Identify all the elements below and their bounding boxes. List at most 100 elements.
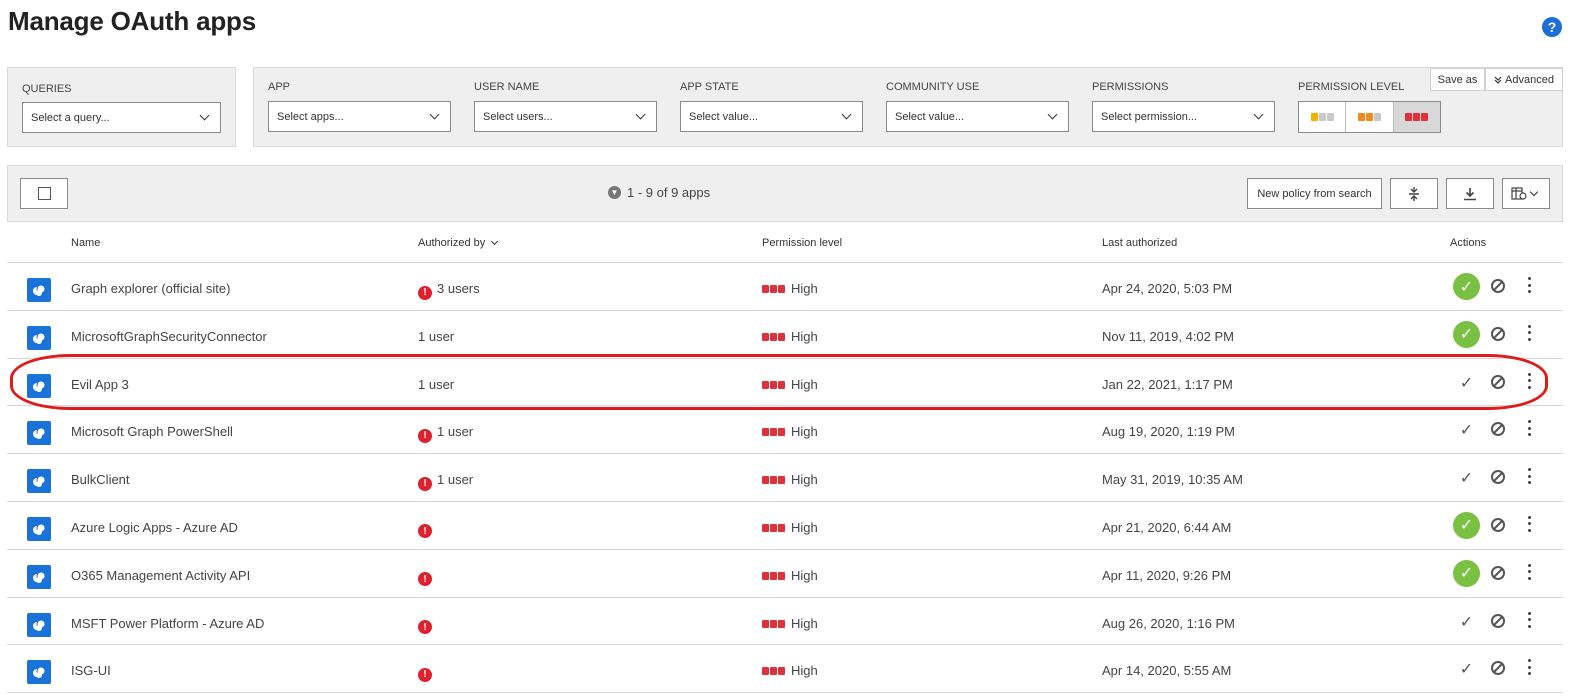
level-square (778, 523, 785, 532)
ban-icon[interactable] (1491, 374, 1505, 389)
export-button[interactable] (1446, 178, 1494, 209)
chevron-down-icon (841, 109, 852, 120)
approve-check-icon[interactable]: ✓ (1453, 371, 1480, 395)
app-icon (27, 612, 51, 637)
ban-icon[interactable] (1491, 470, 1505, 485)
app-icon (27, 278, 51, 302)
permission-level-low-button[interactable] (1299, 102, 1347, 132)
more-options-icon[interactable] (1525, 275, 1533, 295)
level-square (778, 667, 785, 676)
queries-label: QUERIES (22, 83, 72, 95)
approved-check-icon[interactable]: ✓ (1453, 511, 1480, 539)
ban-icon[interactable] (1491, 613, 1505, 628)
more-options-icon[interactable] (1525, 323, 1533, 343)
approve-check-icon[interactable]: ✓ (1453, 610, 1480, 634)
permission-level-medium-button[interactable] (1346, 102, 1394, 132)
table-row[interactable]: Graph explorer (official site) ! 3 users … (7, 263, 1563, 311)
app-name[interactable]: Azure Logic Apps - Azure AD (71, 520, 238, 535)
authorized-by-cell: ! 3 users (418, 281, 480, 300)
approve-check-icon[interactable]: ✓ (1453, 657, 1480, 681)
table-row[interactable]: Azure Logic Apps - Azure AD ! High Apr 2… (7, 502, 1563, 550)
ban-icon[interactable] (1491, 661, 1505, 676)
permissions-select[interactable]: Select permission... (1092, 101, 1275, 132)
app-name[interactable]: MSFT Power Platform - Azure AD (71, 616, 264, 631)
app-name[interactable]: ISG-UI (71, 663, 111, 678)
table-row[interactable]: BulkClient ! 1 user High May 31, 2019, 10… (7, 454, 1563, 502)
authorized-by-value[interactable]: 1 user (437, 472, 473, 487)
more-options-icon[interactable] (1525, 466, 1533, 486)
table-row[interactable]: Microsoft Graph PowerShell ! 1 user High … (7, 406, 1563, 455)
approve-check-icon[interactable]: ✓ (1453, 418, 1480, 442)
more-options-icon[interactable] (1525, 371, 1533, 391)
table-row[interactable]: MicrosoftGraphSecurityConnector 1 user H… (7, 311, 1563, 359)
permission-level-value: High (791, 328, 818, 344)
app-name[interactable]: Evil App 3 (71, 377, 129, 392)
authorized-by-cell: 1 user (418, 329, 454, 344)
permissions-select-value: Select permission... (1101, 110, 1197, 123)
more-options-icon[interactable] (1525, 610, 1533, 630)
column-header-name[interactable]: Name (71, 237, 100, 249)
new-policy-from-search-button[interactable]: New policy from search (1247, 178, 1382, 209)
help-icon[interactable]: ? (1542, 17, 1562, 37)
authorized-by-value[interactable]: 1 user (437, 424, 473, 439)
permission-level-cell: High (762, 568, 818, 583)
more-options-icon[interactable] (1525, 657, 1533, 677)
permission-level-value: High (791, 663, 818, 679)
approved-check-icon[interactable]: ✓ (1453, 273, 1480, 300)
app-name[interactable]: O365 Management Activity API (71, 568, 250, 583)
ban-icon[interactable] (1491, 565, 1505, 580)
warning-icon: ! (418, 428, 432, 443)
app-name[interactable]: Microsoft Graph PowerShell (71, 424, 233, 439)
permission-level-high-icon (762, 428, 785, 437)
permission-level-value: High (791, 281, 818, 296)
app-name[interactable]: BulkClient (71, 472, 130, 487)
app-name[interactable]: MicrosoftGraphSecurityConnector (71, 329, 267, 344)
level-square (762, 667, 769, 676)
more-options-icon[interactable] (1525, 418, 1533, 438)
warning-icon: ! (418, 667, 432, 682)
advanced-button[interactable]: Advanced (1485, 68, 1563, 91)
column-settings-button[interactable] (1502, 178, 1550, 209)
more-options-icon[interactable] (1525, 514, 1533, 534)
level-square (1421, 113, 1429, 121)
level-square (1405, 113, 1413, 121)
authorized-by-value[interactable]: 1 user (418, 377, 454, 392)
save-as-button[interactable]: Save as (1430, 68, 1485, 91)
select-all-checkbox[interactable] (20, 178, 68, 209)
level-square (778, 332, 785, 341)
authorized-by-value[interactable]: 3 users (437, 281, 480, 296)
level-square (770, 571, 777, 580)
column-header-authorized-by[interactable]: Authorized by (418, 237, 501, 249)
ban-icon[interactable] (1491, 422, 1505, 437)
column-header-permission-level[interactable]: Permission level (762, 237, 842, 249)
app-name[interactable]: Graph explorer (official site) (71, 281, 230, 296)
checkbox-box (37, 187, 51, 200)
user-name-select[interactable]: Select users... (474, 101, 657, 132)
authorized-by-cell: ! 1 user (418, 424, 473, 443)
collapse-rows-button[interactable] (1390, 178, 1438, 209)
level-square (1357, 113, 1365, 121)
column-header-last-authorized[interactable]: Last authorized (1102, 237, 1177, 249)
approve-check-icon[interactable]: ✓ (1453, 466, 1480, 490)
query-select[interactable]: Select a query... (22, 102, 221, 133)
table-row[interactable]: ISG-UI ! High Apr 14, 2020, 5:55 AM ✓ (7, 645, 1563, 694)
chevron-down-icon (429, 109, 440, 120)
ban-icon[interactable] (1491, 326, 1505, 341)
permissions-filter-label: PERMISSIONS (1092, 81, 1169, 93)
community-use-filter-label: COMMUNITY USE (886, 81, 980, 93)
permission-level-high-button[interactable] (1393, 102, 1440, 132)
table-row[interactable]: Evil App 3 1 user High Jan 22, 2021, 1:1… (7, 359, 1563, 407)
level-square (770, 428, 777, 437)
approved-check-icon[interactable]: ✓ (1453, 320, 1480, 348)
table-row[interactable]: MSFT Power Platform - Azure AD ! High Au… (7, 598, 1563, 646)
warning-icon: ! (418, 572, 432, 587)
app-select[interactable]: Select apps... (268, 101, 451, 132)
app-state-select[interactable]: Select value... (680, 101, 863, 132)
ban-icon[interactable] (1491, 517, 1505, 532)
community-use-select[interactable]: Select value... (886, 101, 1069, 132)
authorized-by-value[interactable]: 1 user (418, 329, 454, 344)
table-row[interactable]: O365 Management Activity API ! High Apr … (7, 550, 1563, 598)
more-options-icon[interactable] (1525, 562, 1533, 582)
approved-check-icon[interactable]: ✓ (1453, 559, 1480, 587)
ban-icon[interactable] (1491, 279, 1505, 293)
